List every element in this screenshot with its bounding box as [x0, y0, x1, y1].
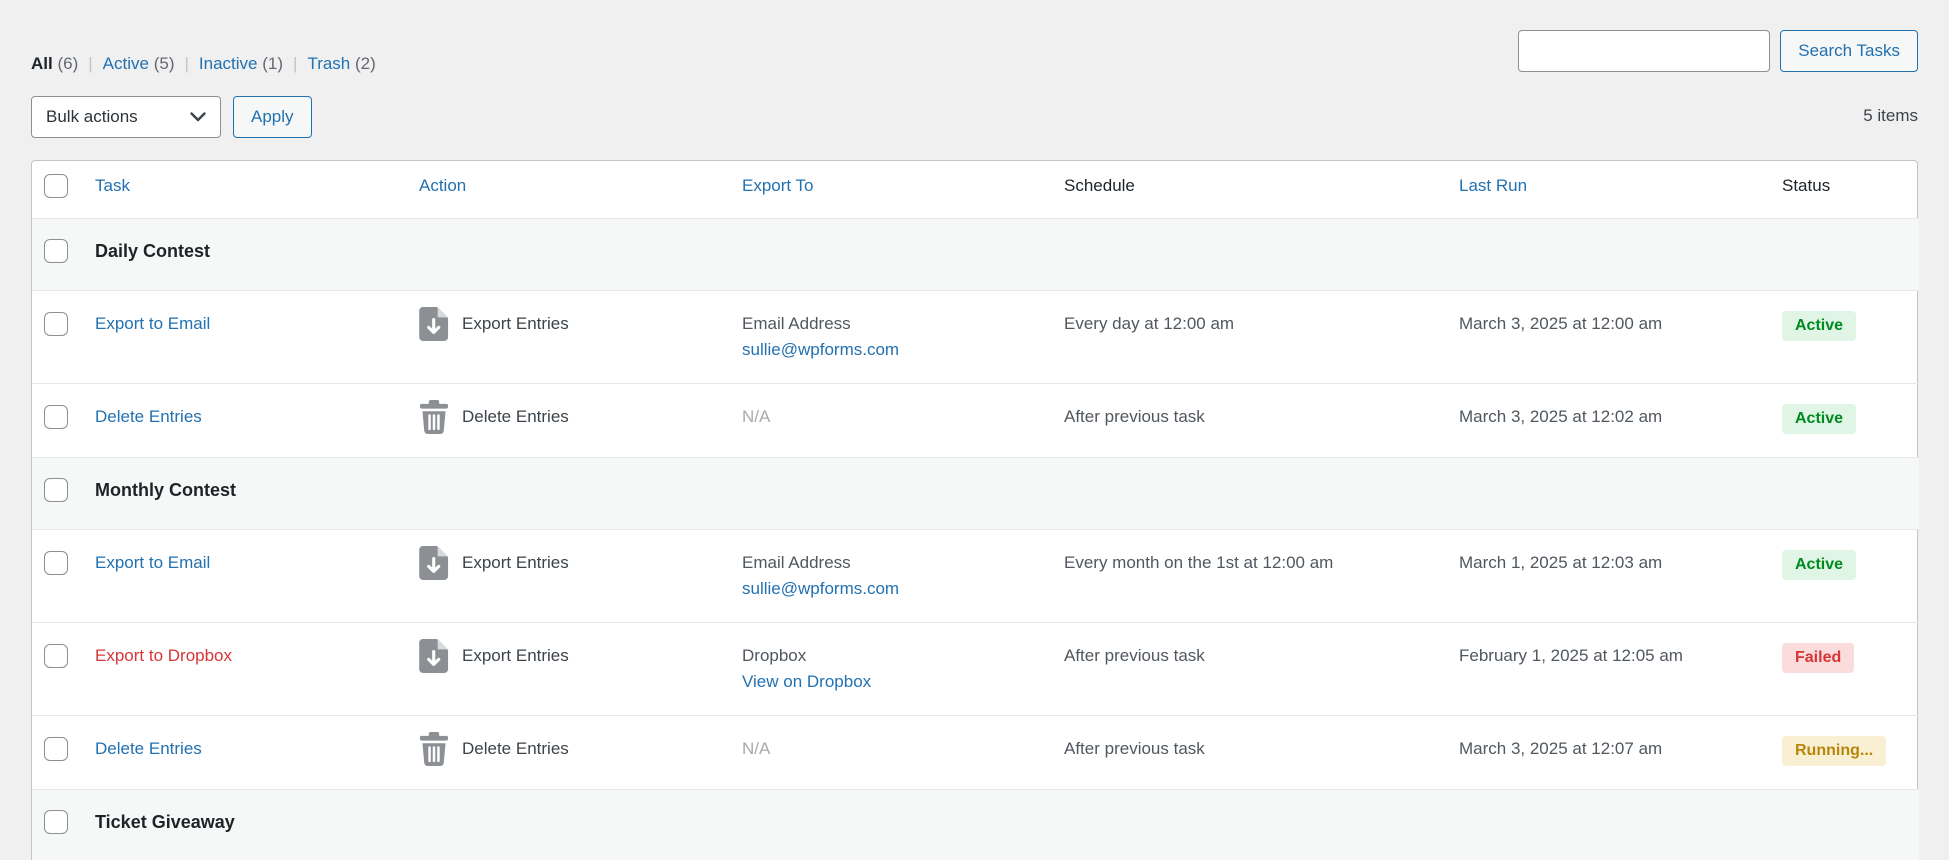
filter-separator: | [88, 54, 92, 73]
apply-button[interactable]: Apply [233, 96, 312, 138]
row-checkbox[interactable] [44, 405, 68, 429]
filter-inactive-count: (1) [262, 54, 283, 73]
row-checkbox[interactable] [44, 551, 68, 575]
export-to-na: N/A [742, 404, 1054, 430]
export-to-link[interactable]: sullie@wpforms.com [742, 340, 899, 359]
export-file-icon [419, 639, 449, 673]
task-name-link[interactable]: Export to Email [95, 314, 210, 333]
bulk-actions-selected-value: Bulk actions [46, 107, 138, 127]
schedule-text: Every day at 12:00 am [1064, 314, 1234, 333]
bulk-actions-select[interactable]: Bulk actions [31, 96, 221, 138]
task-row: Export to Dropbox Export Entries Dropbox… [32, 623, 1919, 716]
action-cell: Export Entries [419, 307, 732, 341]
schedule-text: After previous task [1064, 646, 1205, 665]
schedule-text: Every month on the 1st at 12:00 am [1064, 553, 1333, 572]
export-to-label: Email Address [742, 311, 1054, 337]
action-cell: Export Entries [419, 546, 732, 580]
row-checkbox[interactable] [44, 239, 68, 263]
column-header-task[interactable]: Task [95, 176, 130, 195]
last-run-text: March 3, 2025 at 12:07 am [1459, 739, 1662, 758]
row-checkbox[interactable] [44, 644, 68, 668]
task-row: Export to Email Export Entries Email Add… [32, 530, 1919, 623]
schedule-text: After previous task [1064, 739, 1205, 758]
form-group-title: Daily Contest [95, 241, 210, 261]
task-name-link[interactable]: Delete Entries [95, 407, 202, 426]
filter-active-link[interactable]: Active [103, 54, 149, 73]
export-to-label: Dropbox [742, 643, 1054, 669]
search-input[interactable] [1518, 30, 1770, 72]
export-to-link[interactable]: View on Dropbox [742, 672, 871, 691]
schedule-text: After previous task [1064, 407, 1205, 426]
status-filter-bar: All (6) | Active (5) | Inactive (1) | Trash (2… [31, 54, 376, 74]
filter-inactive-link[interactable]: Inactive [199, 54, 258, 73]
form-group-row: Ticket Giveaway [32, 790, 1919, 860]
task-row: Delete Entries Delete Entries N/A [32, 384, 1919, 458]
row-checkbox[interactable] [44, 312, 68, 336]
form-group-row: Monthly Contest [32, 458, 1919, 530]
trash-icon [419, 400, 449, 434]
export-to-label: Email Address [742, 550, 1054, 576]
filter-inactive[interactable]: Inactive (1) [199, 54, 283, 73]
status-badge: Active [1782, 404, 1856, 434]
status-badge: Active [1782, 311, 1856, 341]
filter-active-count: (5) [154, 54, 175, 73]
action-cell: Delete Entries [419, 732, 732, 766]
task-name-link[interactable]: Export to Dropbox [95, 646, 232, 665]
filter-all[interactable]: All (6) [31, 54, 78, 73]
last-run-text: March 3, 2025 at 12:00 am [1459, 314, 1662, 333]
column-header-action[interactable]: Action [419, 176, 466, 195]
action-label: Export Entries [462, 643, 569, 669]
last-run-text: February 1, 2025 at 12:05 am [1459, 646, 1683, 665]
items-count: 5 items [1863, 106, 1918, 126]
form-group-row: Daily Contest [32, 219, 1919, 291]
status-badge: Active [1782, 550, 1856, 580]
action-cell: Delete Entries [419, 400, 732, 434]
filter-separator: | [184, 54, 188, 73]
export-file-icon [419, 307, 449, 341]
column-header-status: Status [1782, 161, 1919, 219]
action-label: Delete Entries [462, 736, 569, 762]
status-badge: Failed [1782, 643, 1854, 673]
export-file-icon [419, 546, 449, 580]
column-header-schedule: Schedule [1064, 161, 1459, 219]
task-row: Export to Email Export Entries Email Add… [32, 291, 1919, 384]
trash-icon [419, 732, 449, 766]
last-run-text: March 1, 2025 at 12:03 am [1459, 553, 1662, 572]
export-to-link[interactable]: sullie@wpforms.com [742, 579, 899, 598]
column-header-last-run[interactable]: Last Run [1459, 176, 1527, 195]
task-name-link[interactable]: Delete Entries [95, 739, 202, 758]
filter-all-link[interactable]: All [31, 54, 53, 73]
form-group-title: Monthly Contest [95, 480, 236, 500]
last-run-text: March 3, 2025 at 12:02 am [1459, 407, 1662, 426]
action-label: Delete Entries [462, 404, 569, 430]
select-all-checkbox[interactable] [44, 174, 68, 198]
row-checkbox[interactable] [44, 810, 68, 834]
export-to-na: N/A [742, 736, 1054, 762]
tasks-list-page: All (6) | Active (5) | Inactive (1) | Trash (2… [0, 0, 1949, 860]
table-header-row: Task Action Export To Schedule Last Run … [32, 161, 1919, 219]
filter-all-count: (6) [57, 54, 78, 73]
action-cell: Export Entries [419, 639, 732, 673]
status-badge: Running... [1782, 736, 1886, 766]
filter-trash-link[interactable]: Trash [307, 54, 350, 73]
search-group: Search Tasks [1518, 30, 1918, 72]
row-checkbox[interactable] [44, 478, 68, 502]
bulk-actions-group: Bulk actions Apply [31, 96, 312, 138]
column-header-export-to[interactable]: Export To [742, 176, 814, 195]
task-row: Delete Entries Delete Entries N/A [32, 716, 1919, 790]
task-table-body: Daily Contest Export to Email Export Ent… [32, 219, 1919, 860]
filter-trash[interactable]: Trash (2) [307, 54, 375, 73]
task-name-link[interactable]: Export to Email [95, 553, 210, 572]
search-tasks-button[interactable]: Search Tasks [1780, 30, 1918, 72]
filter-trash-count: (2) [355, 54, 376, 73]
filter-active[interactable]: Active (5) [103, 54, 175, 73]
form-group-title: Ticket Giveaway [95, 812, 235, 832]
action-label: Export Entries [462, 550, 569, 576]
action-label: Export Entries [462, 311, 569, 337]
row-checkbox[interactable] [44, 737, 68, 761]
tasks-table: Task Action Export To Schedule Last Run … [31, 160, 1918, 860]
chevron-down-icon [190, 107, 206, 127]
filter-separator: | [293, 54, 297, 73]
